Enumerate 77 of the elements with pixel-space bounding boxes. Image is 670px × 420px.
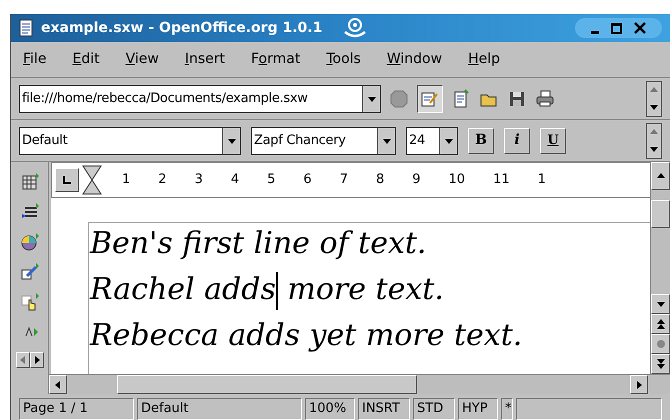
left-arrow-icon [18,355,28,365]
ruler-number: 4 [230,171,240,190]
next-page-button[interactable] [651,354,670,374]
ruler-number: 8 [376,171,384,190]
underline-button[interactable]: U [540,128,566,154]
table-icon[interactable] [20,172,40,192]
ruler-number: 6 [303,171,312,190]
style-indicator: Default [137,398,302,420]
menu-item[interactable]: Format [250,49,300,70]
minimize-icon[interactable] [591,30,599,34]
up-arrow-icon [656,171,666,181]
text-line: Ben's first line of text. [90,225,428,263]
double-down-arrow-icon [656,358,666,370]
italic-button[interactable]: i [504,128,530,154]
scroll-down-button[interactable] [651,294,670,314]
bold-button[interactable]: B [468,128,494,154]
scroll-right-button[interactable] [630,375,648,394]
down-arrow-icon [656,299,666,309]
font-size-field[interactable]: 24 [406,126,458,154]
toolbar-scroll-button[interactable] [646,80,662,116]
edit-pencil-icon [421,90,439,108]
scroll-thumb[interactable] [651,200,670,228]
up-arrow-icon [649,85,659,95]
right-arrow-icon [634,380,644,390]
url-field[interactable]: file:///home/rebecca/Documents/example.sxw [19,84,381,112]
scroll-right-button[interactable] [30,352,44,368]
gnome-logo-icon [342,16,368,40]
menu-item[interactable]: Insert [184,49,225,70]
text-line: Rebecca adds yet more text. [90,317,524,356]
indent-marker-icon[interactable] [82,165,102,195]
insert-mode-indicator: INSRT [358,398,410,420]
pencil-icon[interactable] [20,262,40,282]
hand-cursor-icon[interactable] [20,292,40,312]
down-arrow-icon [649,102,659,112]
scroll-thumb[interactable] [117,375,417,394]
scroll-up-button[interactable] [651,162,670,190]
double-up-arrow-icon [656,318,666,330]
scroll-left-button[interactable] [49,375,67,394]
down-arrow-icon [649,144,659,154]
previous-page-button[interactable] [651,314,670,334]
print-icon[interactable] [535,88,555,108]
ruler-number: 10 [448,171,466,190]
up-arrow-icon [649,127,659,137]
edit-mode-button[interactable] [417,84,443,112]
document-icon [19,19,33,37]
pie-chart-icon[interactable] [20,232,40,252]
left-arrow-icon [53,380,63,390]
ruler-number: 1 [538,171,546,190]
scroll-left-button[interactable] [16,352,30,368]
page-indicator: Page 1 / 1 [19,398,134,420]
selection-mode-indicator: STD [413,398,455,420]
toolbar-scroll-button[interactable] [646,122,662,158]
ruler-number: 11 [493,171,510,190]
font-name-field[interactable]: Zapf Chancery [251,126,396,154]
modified-indicator: * [501,398,513,420]
menu-item[interactable]: Edit [72,49,100,70]
ruler-number: 2 [158,171,167,190]
ruler-number: 5 [267,171,276,190]
close-icon[interactable] [634,22,646,34]
menu-item[interactable]: Tools [326,49,361,70]
hyperlink-mode-indicator: HYP [458,398,498,420]
maximize-icon[interactable] [611,22,622,34]
paragraph-style-field[interactable]: Default [19,126,241,154]
text-line: Rachel adds more text. [90,270,650,310]
ruler-number: 9 [412,171,421,190]
menu-item[interactable]: File [23,49,46,70]
ruler-number: 1 [122,171,130,190]
left-tab-icon [63,176,71,184]
tab-stop-button[interactable] [55,168,79,192]
window-title: example.sxw - OpenOffice.org 1.0.1 [41,18,322,38]
navigator-button[interactable] [651,334,670,354]
zoom-indicator: 100% [305,398,355,420]
menu-item[interactable]: Help [468,49,500,70]
menu-item[interactable]: Window [386,49,442,70]
ruler-number: 3 [194,171,203,190]
ruler-number: 7 [340,171,348,190]
menu-item[interactable]: View [126,49,159,70]
